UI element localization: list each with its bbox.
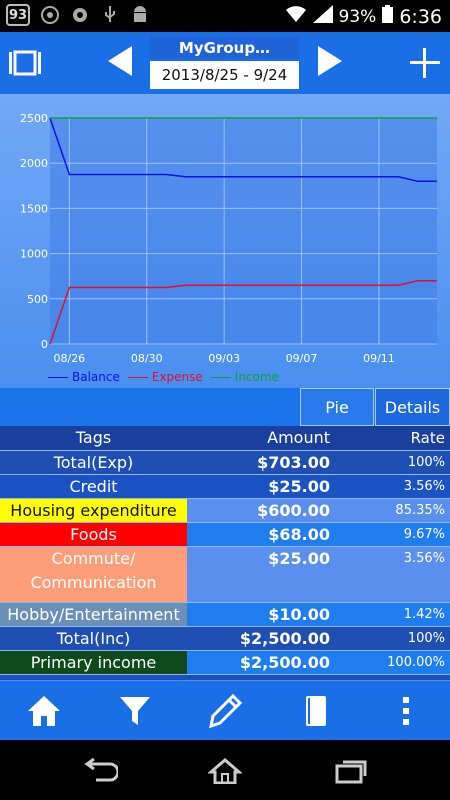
home-nav-icon[interactable] bbox=[206, 758, 244, 785]
tab-details[interactable]: Details bbox=[375, 388, 450, 426]
row-amount: $10.00 bbox=[268, 605, 330, 624]
x-tick-label: 08/26 bbox=[53, 352, 85, 365]
group-title[interactable]: MyGroup… bbox=[150, 37, 299, 59]
row-amount: $600.00 bbox=[257, 501, 330, 520]
wifi-icon bbox=[285, 5, 307, 28]
system-nav-bar bbox=[0, 740, 450, 800]
chart-svg: 0 500 1000 1500 2000 2500 08/26 08/30 09/03 09/07… bbox=[20, 112, 437, 365]
usb-icon bbox=[100, 5, 120, 25]
x-tick-label: 09/11 bbox=[363, 352, 395, 365]
row-rate: 85.35% bbox=[395, 503, 445, 518]
table-row[interactable]: Primary income $2,500.00 100.00% bbox=[0, 650, 450, 675]
g-icon bbox=[70, 5, 90, 25]
x-tick-label: 09/07 bbox=[286, 352, 318, 365]
header-rate: Rate bbox=[410, 429, 445, 447]
row-tag: Hobby/Entertainment bbox=[0, 603, 187, 627]
android-icon bbox=[130, 5, 150, 25]
table-row[interactable]: Foods $68.00 9.67% bbox=[0, 522, 450, 547]
legend-item: Balance bbox=[48, 370, 120, 384]
row-rate: 1.42% bbox=[403, 607, 445, 622]
row-amount: $25.00 bbox=[268, 549, 330, 568]
row-rate: 3.56% bbox=[403, 479, 445, 494]
row-amount: $703.00 bbox=[257, 453, 330, 472]
header-amount: Amount bbox=[267, 428, 330, 447]
table-row[interactable]: Housing expenditure $600.00 85.35% bbox=[0, 498, 450, 523]
legend-swatch bbox=[127, 376, 148, 378]
row-rate: 3.56% bbox=[403, 551, 445, 566]
table-row[interactable]: Credit $25.00 3.56% bbox=[0, 474, 450, 499]
legend-swatch bbox=[210, 376, 231, 378]
book-icon[interactable] bbox=[298, 693, 334, 729]
header-tags: Tags bbox=[75, 428, 112, 447]
row-tag: Total(Exp) bbox=[0, 451, 187, 475]
legend-item: Income bbox=[210, 370, 279, 384]
notification-badge: 93 bbox=[6, 4, 30, 26]
y-tick-label: 1000 bbox=[20, 248, 48, 261]
status-bar: 93 93% 6:36 bbox=[0, 0, 450, 32]
signal-icon bbox=[312, 5, 333, 28]
table-row[interactable]: Total(Exp) $703.00 100% bbox=[0, 450, 450, 475]
row-tag: Primary income bbox=[0, 651, 187, 675]
summary-table: Tags Amount Rate Total(Exp) $703.00 100% Cr… bbox=[0, 426, 450, 680]
battery-icon bbox=[382, 5, 394, 28]
row-amount: $2,500.00 bbox=[239, 629, 330, 648]
table-row[interactable]: Hobby/Entertainment $10.00 1.42% bbox=[0, 602, 450, 627]
row-amount: $68.00 bbox=[268, 525, 330, 544]
y-tick-label: 500 bbox=[27, 293, 48, 306]
row-rate: 9.67% bbox=[403, 527, 445, 542]
x-tick-label: 08/30 bbox=[131, 352, 163, 365]
legend-label: Income bbox=[234, 370, 279, 384]
legend-label: Balance bbox=[72, 370, 120, 384]
row-rate: 100% bbox=[407, 455, 445, 470]
drawer-menu-icon[interactable] bbox=[8, 50, 42, 76]
y-tick-label: 2000 bbox=[20, 157, 48, 170]
line-chart: 0 500 1000 1500 2000 2500 08/26 08/30 09/03 09/07… bbox=[0, 94, 450, 388]
edit-icon[interactable] bbox=[207, 693, 243, 729]
legend-label: Expense bbox=[151, 370, 203, 384]
legend-item: Expense bbox=[127, 370, 203, 384]
x-tick-label: 09/03 bbox=[208, 352, 240, 365]
battery-percent: 93% bbox=[338, 6, 377, 27]
tab-pie[interactable]: Pie bbox=[300, 388, 374, 426]
y-tick-label: 0 bbox=[41, 338, 48, 351]
date-range[interactable]: 2013/8/25 - 9/24 bbox=[150, 61, 299, 89]
back-icon[interactable] bbox=[84, 757, 120, 784]
next-period-button[interactable] bbox=[318, 46, 342, 76]
row-tag: Total(Inc) bbox=[0, 627, 187, 651]
bottom-toolbar bbox=[0, 680, 450, 741]
home-icon[interactable] bbox=[26, 693, 62, 729]
row-tag: Housing expenditure bbox=[0, 499, 187, 523]
table-row[interactable]: Commute/ Communication $25.00 3.56% bbox=[0, 546, 450, 603]
header-bar: MyGroup… 2013/8/25 - 9/24 bbox=[0, 32, 450, 94]
table-header-row: Tags Amount Rate bbox=[0, 426, 450, 450]
row-amount: $2,500.00 bbox=[239, 653, 330, 672]
add-icon[interactable] bbox=[408, 46, 442, 80]
y-tick-label: 1500 bbox=[20, 202, 48, 215]
recent-apps-icon[interactable] bbox=[334, 758, 368, 784]
filter-icon[interactable] bbox=[117, 693, 153, 729]
legend-swatch bbox=[48, 376, 68, 378]
y-tick-label: 2500 bbox=[20, 112, 48, 125]
chart-legend: Balance Expense Income bbox=[48, 370, 279, 384]
clock: 6:36 bbox=[399, 5, 442, 28]
tabs-background bbox=[0, 388, 300, 426]
row-tag: Commute/ Communication bbox=[0, 547, 187, 603]
row-rate: 100.00% bbox=[387, 655, 445, 670]
row-amount: $25.00 bbox=[268, 477, 330, 496]
row-rate: 100% bbox=[407, 631, 445, 646]
row-tag: Foods bbox=[0, 523, 187, 547]
previous-period-button[interactable] bbox=[108, 46, 132, 76]
app-icon bbox=[40, 5, 60, 25]
overflow-menu-icon[interactable] bbox=[388, 693, 424, 729]
table-row[interactable]: Total(Inc) $2,500.00 100% bbox=[0, 626, 450, 651]
row-tag: Credit bbox=[0, 475, 187, 499]
